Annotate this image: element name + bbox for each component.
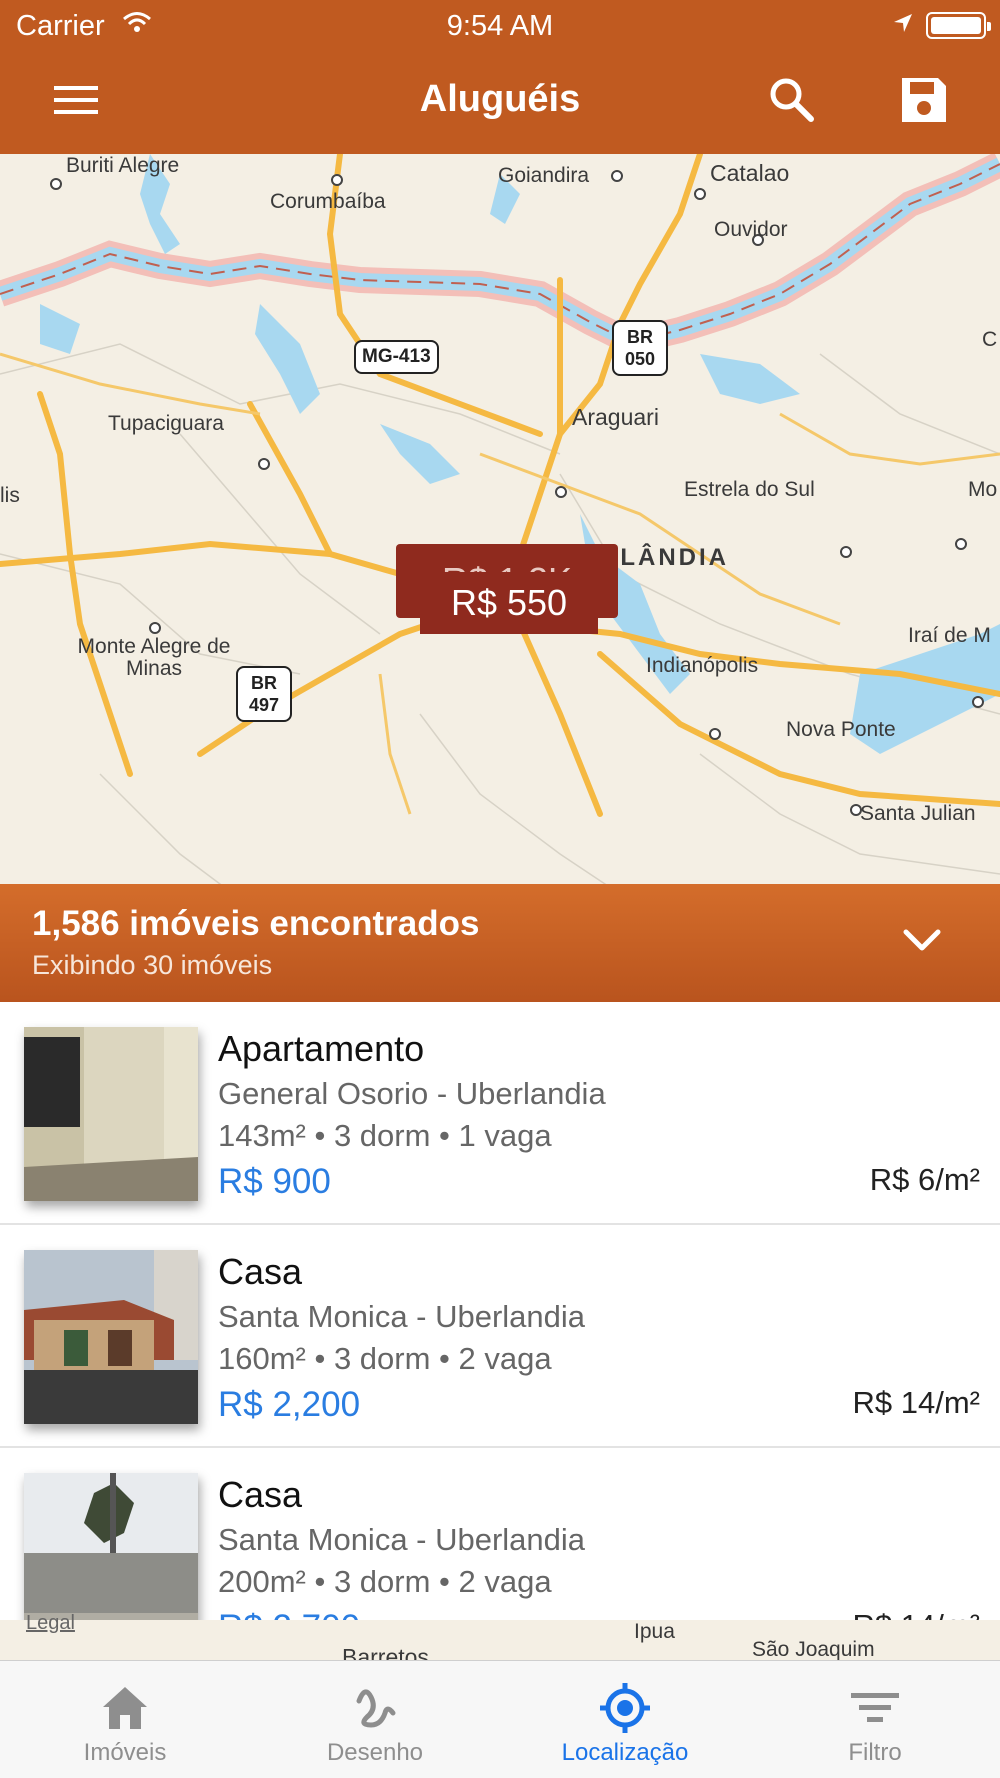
map-label: Monte Alegre de Minas — [77, 635, 231, 680]
listing-item[interactable]: Apartamento General Osorio - Uberlandia … — [0, 1002, 1000, 1225]
page-title: Aluguéis — [419, 78, 581, 120]
map-label: Ipua — [634, 1620, 675, 1643]
price-marker-front[interactable]: R$ 550 — [420, 572, 598, 634]
filter-icon — [851, 1693, 899, 1722]
map-label: Ouvidor — [714, 218, 788, 241]
map-legal-link[interactable]: Legal — [26, 1612, 75, 1635]
map-label: RLÂNDIA — [600, 544, 729, 571]
listing-address: Santa Monica - Uberlandia — [218, 1299, 586, 1334]
listing-type: Casa — [218, 1251, 303, 1292]
highway-shield-mg413: MG-413 — [354, 340, 439, 374]
listing-list[interactable]: Apartamento General Osorio - Uberlandia … — [0, 1002, 1000, 1620]
highway-shield-br050: BR 050 — [612, 320, 668, 376]
listing-type: Apartamento — [218, 1028, 425, 1069]
map-label: Indianópolis — [646, 654, 759, 677]
listing-address: Santa Monica - Uberlandia — [218, 1522, 586, 1557]
listing-price: R$ 2,700 — [218, 1608, 360, 1620]
listing-item[interactable]: Casa Santa Monica - Uberlandia 160m² • 3… — [0, 1225, 1000, 1448]
tab-label: Desenho — [326, 1739, 424, 1766]
listing-specs: 143m² • 3 dorm • 1 vaga — [218, 1118, 552, 1153]
tab-filtro[interactable]: Filtro — [750, 1661, 1000, 1778]
map-label: Mo — [968, 478, 998, 501]
floppy-disk-icon[interactable] — [898, 74, 950, 126]
map-label: Nova Ponte — [786, 718, 896, 741]
map-label: C — [982, 328, 998, 351]
listing-photo — [24, 1250, 198, 1424]
tab-localizacao[interactable]: Localização — [500, 1661, 750, 1778]
tab-bar: Imóveis Desenho Localização Filtro — [0, 1660, 1000, 1778]
location-target-icon — [600, 1683, 650, 1733]
listing-specs: 200m² • 3 dorm • 2 vaga — [218, 1564, 552, 1599]
draw-squiggle-icon — [356, 1689, 396, 1728]
tab-desenho[interactable]: Desenho — [250, 1661, 500, 1778]
tab-label: Filtro — [848, 1739, 902, 1766]
top-bar: Carrier 9:54 AM Aluguéis — [0, 0, 1000, 154]
battery-icon — [926, 12, 991, 39]
status-bar: Carrier 9:54 AM — [0, 0, 1000, 50]
map-label: Buriti Alegre — [66, 154, 180, 177]
map-label: Araguari — [572, 404, 659, 430]
map-label: Barretos — [342, 1644, 429, 1660]
map-label: Tupaciguara — [108, 412, 224, 435]
listing-price: R$ 2,200 — [218, 1385, 361, 1424]
listing-price: R$ 900 — [218, 1162, 331, 1201]
results-showing: Exibindo 30 imóveis — [32, 950, 273, 980]
listing-price-per-m2: R$ 14/m² — [853, 1608, 980, 1620]
highway-shield-br497: BR 497 — [236, 666, 292, 722]
map-label: Estrela do Sul — [684, 478, 815, 501]
listing-specs: 160m² • 3 dorm • 2 vaga — [218, 1341, 552, 1376]
results-banner[interactable]: 1,586 imóveis encontrados Exibindo 30 im… — [0, 884, 1000, 1002]
listing-photo — [24, 1473, 198, 1620]
map-label: Santa Julian — [860, 802, 976, 825]
tab-label: Imóveis — [83, 1739, 167, 1766]
listing-price-per-m2: R$ 6/m² — [869, 1162, 980, 1197]
home-icon — [103, 1687, 147, 1729]
listing-address: General Osorio - Uberlandia — [218, 1076, 606, 1111]
listing-item[interactable]: Casa Santa Monica - Uberlandia 200m² • 3… — [0, 1448, 1000, 1620]
results-count: 1,586 imóveis encontrados — [32, 904, 480, 943]
search-icon[interactable] — [766, 74, 818, 126]
listing-price-per-m2: R$ 14/m² — [852, 1385, 980, 1420]
listing-photo — [24, 1027, 198, 1201]
map-label: lis — [0, 484, 20, 507]
map-label: Iraí de M — [908, 624, 991, 647]
tab-label: Localização — [561, 1739, 689, 1766]
map-label: São Joaquim — [752, 1638, 875, 1660]
map-label: Corumbaíba — [270, 190, 386, 213]
location-arrow-icon — [894, 14, 912, 32]
map-label: Goiandira — [498, 164, 590, 187]
map-label: Catalao — [710, 160, 790, 186]
tab-imoveis[interactable]: Imóveis — [0, 1661, 250, 1778]
chevron-down-icon[interactable] — [902, 926, 942, 954]
listing-type: Casa — [218, 1474, 303, 1515]
status-time: 9:54 AM — [446, 10, 554, 42]
